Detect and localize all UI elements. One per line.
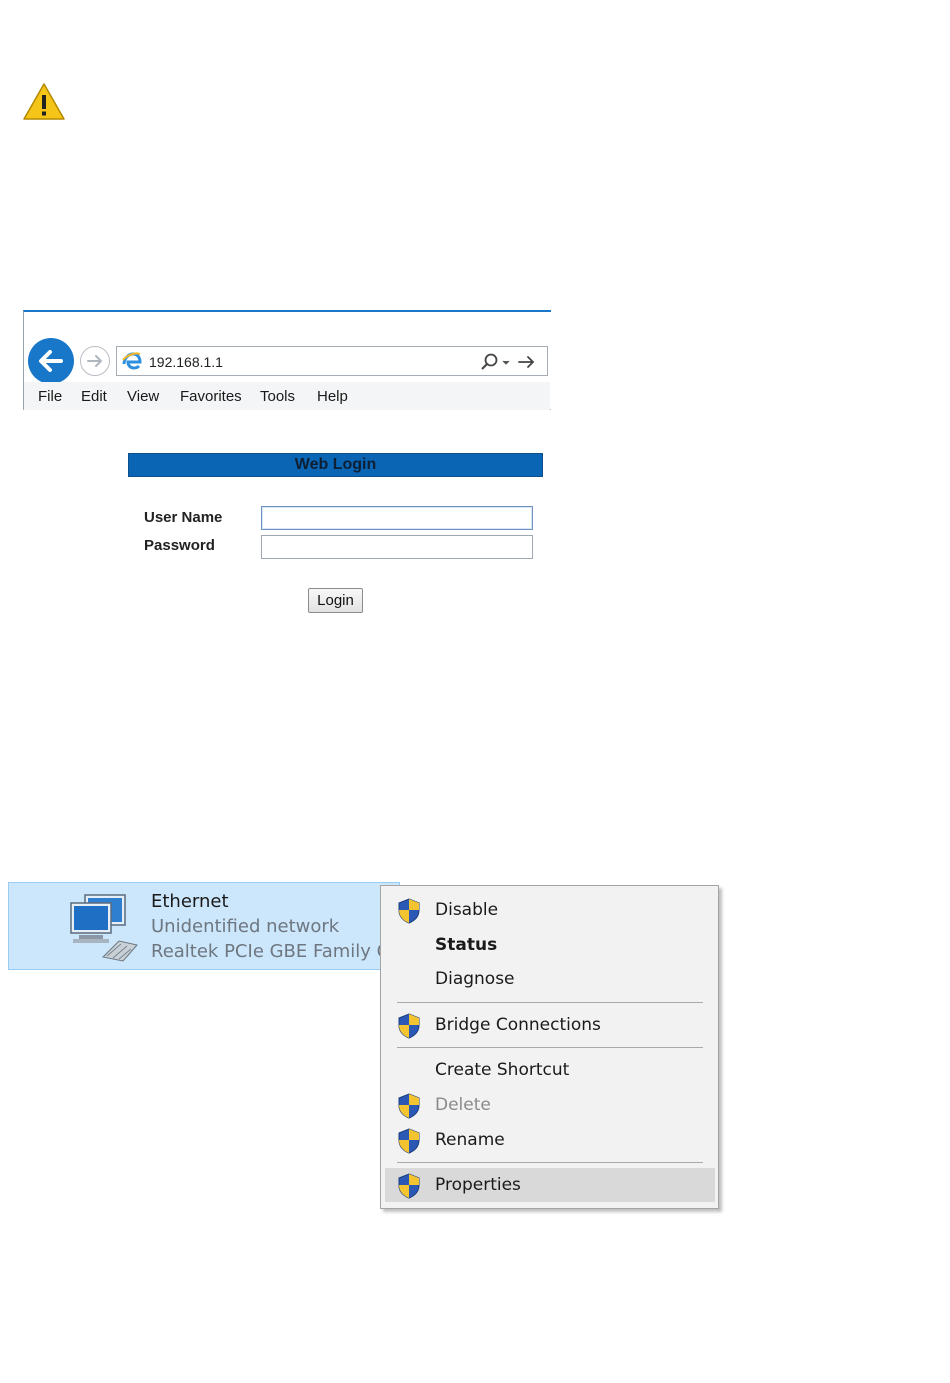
uac-shield-icon [398,1128,420,1154]
menu-item-label: Rename [435,1130,505,1150]
menu-item-label: Disable [435,900,499,920]
menu-item-diagnose[interactable]: Diagnose [385,962,715,996]
menu-item-status[interactable]: Status [385,928,715,962]
menu-item-label: Bridge Connections [435,1015,601,1035]
chevron-down-icon [502,360,510,365]
ethernet-adapter-tile[interactable]: Ethernet Unidentified network Realtek PC… [8,882,406,970]
context-menu: Disable Status Diagnose Bridge Connectio… [380,885,719,1209]
menu-file[interactable]: File [38,388,62,405]
address-tools[interactable] [479,352,541,372]
uac-shield-icon [398,1013,420,1039]
menu-item-label: Status [435,935,498,955]
forward-button[interactable] [80,346,110,376]
menu-item-label: Create Shortcut [435,1060,570,1080]
menu-item-delete[interactable]: Delete [385,1088,715,1122]
login-title: Web Login [128,453,543,477]
login-button[interactable]: Login [308,588,363,613]
menu-separator [397,1002,703,1003]
search-icon [481,353,498,370]
menu-help[interactable]: Help [317,388,348,405]
go-arrow-icon [518,356,535,368]
menu-separator [397,1162,703,1163]
adapter-name: Ethernet [151,891,229,912]
menu-item-properties[interactable]: Properties [385,1168,715,1202]
username-label: User Name [144,509,223,526]
arrow-right-icon [87,355,102,367]
uac-shield-icon [398,898,420,924]
password-label: Password [144,537,215,554]
menu-tools[interactable]: Tools [260,388,295,405]
url-text[interactable]: 192.168.1.1 [149,354,223,370]
warning-icon [23,83,65,120]
password-input[interactable] [261,535,533,559]
back-button[interactable] [28,338,74,384]
network-adapter-icon [70,894,138,962]
adapter-device: Realtek PCIe GBE Family C... [151,941,407,962]
menu-separator [397,1047,703,1048]
adapter-status: Unidentified network [151,916,340,937]
menu-item-label: Properties [435,1175,521,1195]
uac-shield-icon [398,1173,420,1199]
menu-item-create-shortcut[interactable]: Create Shortcut [385,1053,715,1087]
menu-item-label: Diagnose [435,969,515,989]
address-bar[interactable]: 192.168.1.1 [116,346,548,376]
menu-item-bridge-connections[interactable]: Bridge Connections [385,1008,715,1042]
arrow-left-icon [39,350,63,372]
menu-item-disable[interactable]: Disable [385,893,715,927]
menu-edit[interactable]: Edit [81,388,107,405]
menu-favorites[interactable]: Favorites [180,388,242,405]
ie-logo-icon [122,352,142,370]
menu-view[interactable]: View [127,388,159,405]
uac-shield-icon [398,1093,420,1119]
menu-item-label: Delete [435,1095,491,1115]
browser-window: 192.168.1.1 File Edit View Favorites Too… [23,310,551,410]
menu-bar: File Edit View Favorites Tools Help [24,382,550,410]
username-input[interactable] [261,506,533,530]
menu-item-rename[interactable]: Rename [385,1123,715,1157]
